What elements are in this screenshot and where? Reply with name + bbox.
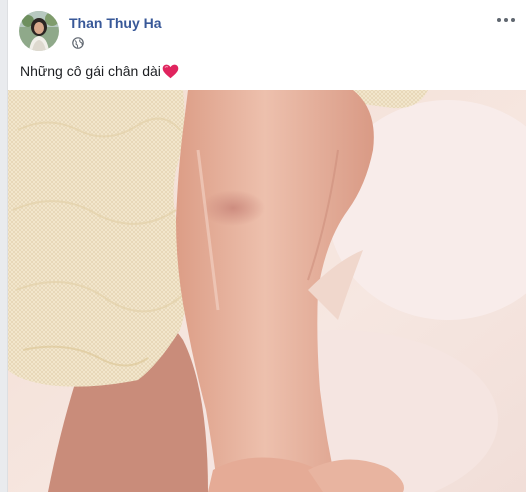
globe-icon[interactable] [72,36,84,49]
feed-post: Than Thuy Ha Những cô gái chân dài [7,0,526,492]
post-photo[interactable] [8,90,526,492]
avatar[interactable] [19,11,59,51]
post-header: Than Thuy Ha [8,0,526,60]
author-name-link[interactable]: Than Thuy Ha [69,15,162,31]
more-dot [497,18,501,22]
post-message: Những cô gái chân dài [20,63,161,79]
more-options-icon[interactable] [495,12,517,28]
post-meta [69,36,84,49]
more-dot [511,18,515,22]
heart-icon [162,64,179,79]
more-dot [504,18,508,22]
post-text: Những cô gái chân dài [20,62,179,80]
post-photo-image [8,90,526,492]
avatar-photo [19,11,59,51]
